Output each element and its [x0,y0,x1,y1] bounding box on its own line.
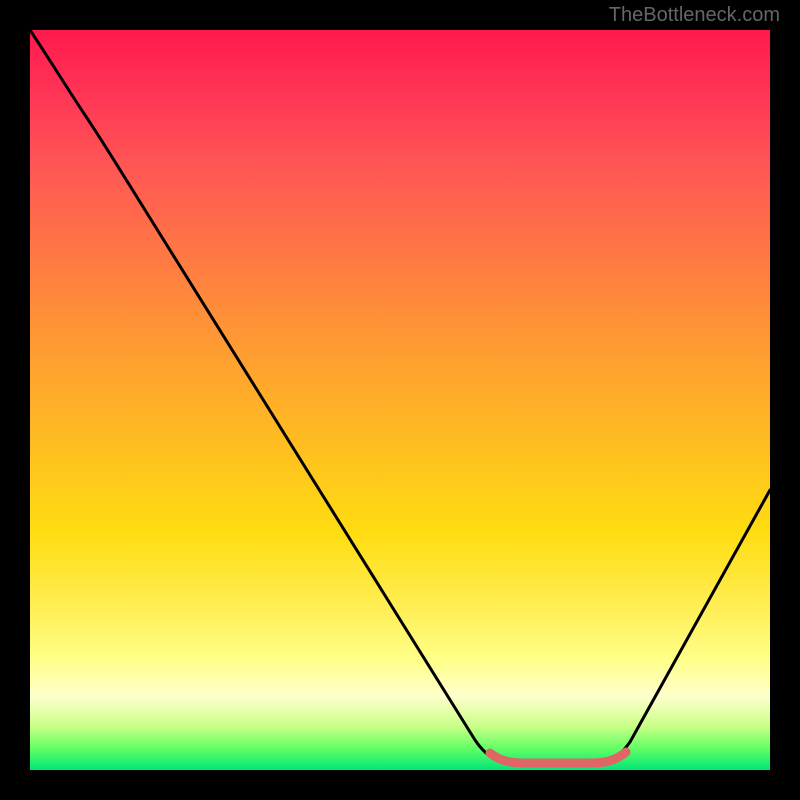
chart-svg [30,30,770,770]
watermark-text: TheBottleneck.com [609,4,780,27]
plot-area [30,30,770,770]
valley-highlight [490,752,626,763]
bottleneck-curve [30,30,770,762]
